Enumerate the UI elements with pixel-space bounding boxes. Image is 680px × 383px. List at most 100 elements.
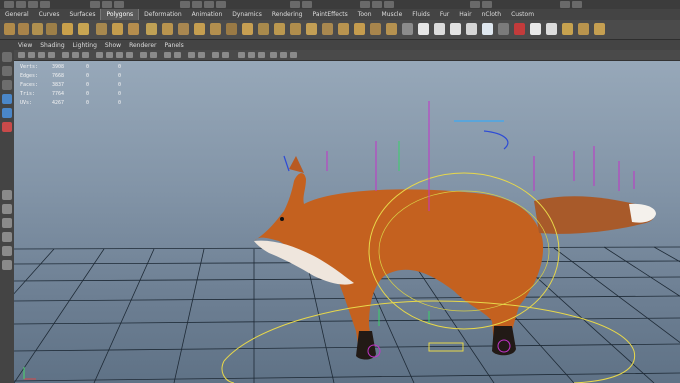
separate-icon[interactable] [178, 23, 189, 35]
shelf-tab[interactable]: Animation [187, 9, 228, 20]
poly-prism-icon[interactable] [96, 23, 107, 35]
outliner-icon[interactable] [2, 260, 12, 270]
lights-icon[interactable] [126, 52, 133, 58]
camera-icon[interactable] [28, 52, 35, 58]
layout-four-icon[interactable] [2, 204, 12, 214]
append-icon[interactable] [290, 23, 301, 35]
statusline-icon[interactable] [360, 1, 370, 8]
paint-select-icon[interactable] [2, 80, 12, 90]
textured-icon[interactable] [116, 52, 123, 58]
extrude-icon[interactable] [258, 23, 269, 35]
statusline-icon[interactable] [482, 1, 492, 8]
custom-icon[interactable] [578, 23, 589, 35]
statusline-icon[interactable] [290, 1, 300, 8]
shelf-tab[interactable]: Dynamics [227, 9, 267, 20]
shelf-tab[interactable]: Fluids [407, 9, 435, 20]
outliner-icon[interactable] [2, 246, 12, 256]
wireframe-icon[interactable] [96, 52, 103, 58]
checker-icon[interactable] [434, 23, 445, 35]
statusline-icon[interactable] [560, 1, 570, 8]
poly-plane-icon[interactable] [62, 23, 73, 35]
layout-split-icon[interactable] [2, 232, 12, 242]
statusline-icon[interactable] [384, 1, 394, 8]
ao-icon[interactable] [150, 52, 157, 58]
grid-icon[interactable] [62, 52, 69, 58]
statusline-icon[interactable] [216, 1, 226, 8]
panel-menu-renderer[interactable]: Renderer [125, 42, 160, 49]
bookmark-icon[interactable] [38, 52, 45, 58]
light-icon[interactable] [402, 23, 413, 35]
shelf-tab[interactable]: nCloth [477, 9, 507, 20]
checker-icon[interactable] [466, 23, 477, 35]
mirror-icon[interactable] [242, 23, 253, 35]
shadows-icon[interactable] [140, 52, 147, 58]
xray-joints-icon[interactable] [198, 52, 205, 58]
panel-menu-shading[interactable]: Shading [36, 42, 68, 49]
panel-menu-show[interactable]: Show [101, 42, 125, 49]
xray-joints-icon[interactable] [188, 52, 195, 58]
mel-icon[interactable] [546, 23, 557, 35]
shelf-tab[interactable]: Deformation [139, 9, 186, 20]
statusline-icon[interactable] [372, 1, 382, 8]
statusline-icon[interactable] [204, 1, 214, 8]
bridge-icon[interactable] [274, 23, 285, 35]
statusline-icon[interactable] [470, 1, 480, 8]
shelf-tab[interactable]: General [0, 9, 34, 20]
merge-icon[interactable] [386, 23, 397, 35]
boolean-icon[interactable] [226, 23, 237, 35]
shelf-tab[interactable]: Rendering [267, 9, 308, 20]
statusline-icon[interactable] [114, 1, 124, 8]
combine-icon[interactable] [162, 23, 173, 35]
component-icon[interactable] [212, 52, 219, 58]
image-plane-icon[interactable] [48, 52, 55, 58]
xray-icon[interactable] [164, 52, 171, 58]
statusline-icon[interactable] [16, 1, 26, 8]
poly-cylinder-icon[interactable] [32, 23, 43, 35]
poly-helix-icon[interactable] [146, 23, 157, 35]
layout-split-icon[interactable] [2, 218, 12, 228]
checker-icon[interactable] [482, 23, 493, 35]
manipulator-icon[interactable] [248, 52, 255, 58]
poly-pyramid-icon[interactable] [112, 23, 123, 35]
shelf-tab[interactable]: Fur [435, 9, 454, 20]
mel-icon[interactable] [530, 23, 541, 35]
manipulator-icon[interactable] [258, 52, 265, 58]
shelf-tab[interactable]: PaintEffects [307, 9, 352, 20]
resolution-gate-icon[interactable] [82, 52, 89, 58]
shelf-tab[interactable]: Curves [34, 9, 65, 20]
statusline-icon[interactable] [302, 1, 312, 8]
statusline-icon[interactable] [28, 1, 38, 8]
component-icon[interactable] [222, 52, 229, 58]
insert-loop-icon[interactable] [322, 23, 333, 35]
checker-icon[interactable] [418, 23, 429, 35]
shelf-tab[interactable]: Muscle [377, 9, 408, 20]
layout-single-icon[interactable] [2, 190, 12, 200]
rotate-icon[interactable] [2, 108, 12, 118]
custom-icon[interactable] [594, 23, 605, 35]
offset-loop-icon[interactable] [338, 23, 349, 35]
shelf-tab[interactable]: Hair [454, 9, 476, 20]
checker-icon[interactable] [450, 23, 461, 35]
smooth-shade-icon[interactable] [106, 52, 113, 58]
move-icon[interactable] [2, 94, 12, 104]
bevel-icon[interactable] [370, 23, 381, 35]
shelf-tab[interactable]: Custom [506, 9, 539, 20]
scale-icon[interactable] [2, 122, 12, 132]
panel-menu-view[interactable]: View [14, 42, 36, 49]
isolate-icon[interactable] [174, 52, 181, 58]
select-arrow-icon[interactable] [2, 52, 12, 62]
panel-menu-lighting[interactable]: Lighting [69, 42, 101, 49]
statusline-icon[interactable] [4, 1, 14, 8]
script-icon[interactable] [498, 23, 509, 35]
statusline-icon[interactable] [192, 1, 202, 8]
custom-icon[interactable] [562, 23, 573, 35]
axis-icon[interactable] [290, 52, 297, 58]
statusline-icon[interactable] [90, 1, 100, 8]
poly-cube-icon[interactable] [18, 23, 29, 35]
manipulator-icon[interactable] [238, 52, 245, 58]
statusline-icon[interactable] [180, 1, 190, 8]
statusline-icon[interactable] [102, 1, 112, 8]
camera-icon[interactable] [18, 52, 25, 58]
split-icon[interactable] [306, 23, 317, 35]
slide-edge-icon[interactable] [354, 23, 365, 35]
